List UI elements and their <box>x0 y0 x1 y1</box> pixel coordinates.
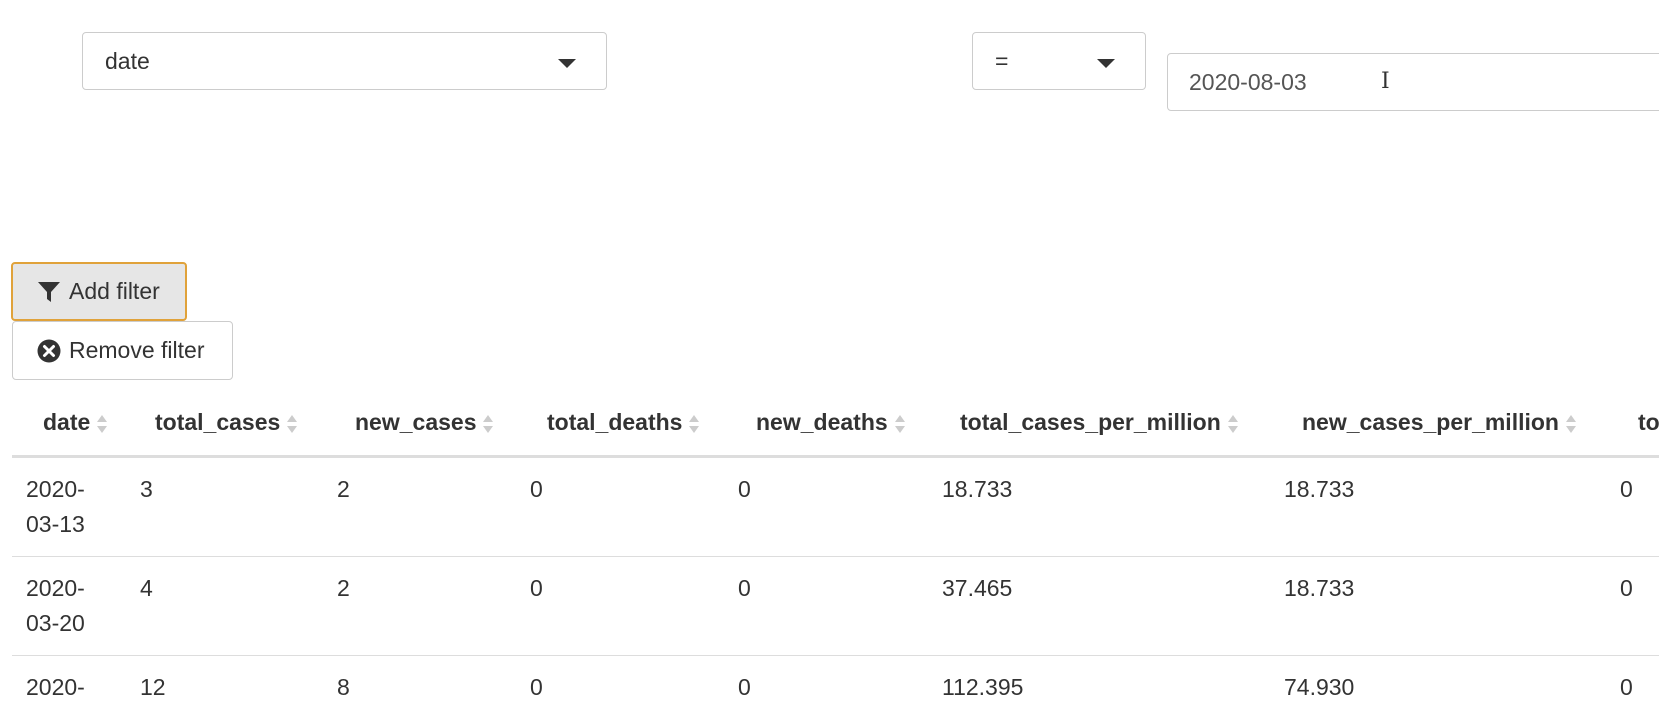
table-cell-total-deaths: 0 <box>530 575 543 601</box>
table-cell-truncated: 0 <box>1620 674 1633 700</box>
sort-both-icon <box>483 414 494 433</box>
add-filter-label: Add filter <box>69 278 160 304</box>
table-cell-total-cases: 3 <box>140 476 153 502</box>
sort-both-icon <box>689 414 700 433</box>
sort-both-icon <box>1227 414 1238 433</box>
sort-both-icon <box>287 414 298 433</box>
table-cell-new-cases-per-million: 18.733 <box>1284 575 1355 601</box>
table-cell-total-cases-per-million: 18.733 <box>942 476 1013 502</box>
table-cell-new-cases: 2 <box>337 476 350 502</box>
table-cell-total-cases-per-million: 112.395 <box>942 674 1024 700</box>
text-cursor-icon: I <box>1381 69 1390 94</box>
filter-funnel-icon <box>37 280 61 304</box>
remove-filter-label: Remove filter <box>69 337 205 363</box>
table-cell-truncated: 0 <box>1620 575 1633 601</box>
column-header-new-cases[interactable]: new_cases <box>355 409 494 436</box>
column-header-total-cases-per-million[interactable]: total_cases_per_million <box>960 409 1239 436</box>
sort-both-icon <box>97 414 108 433</box>
row-divider <box>12 655 1661 656</box>
table-cell-total-deaths: 0 <box>530 476 543 502</box>
table-cell-new-cases: 8 <box>337 674 350 700</box>
row-divider <box>12 556 1661 557</box>
table-cell-total-cases: 4 <box>140 575 153 601</box>
table-cell-date: 2020- <box>26 674 85 700</box>
table-cell-new-deaths: 0 <box>738 674 751 700</box>
times-circle-icon <box>37 339 61 363</box>
filter-operator-select[interactable]: = <box>972 32 1146 90</box>
table-cell-new-deaths: 0 <box>738 476 751 502</box>
filter-column-select[interactable]: date <box>82 32 607 90</box>
table-cell-date: 2020- 03-13 <box>26 476 85 537</box>
filter-column-value: date <box>105 48 150 74</box>
add-filter-button[interactable]: Add filter <box>11 262 187 321</box>
table-cell-new-cases-per-million: 18.733 <box>1284 476 1355 502</box>
column-header-truncated[interactable]: to <box>1638 409 1660 436</box>
caret-down-icon <box>558 59 576 68</box>
table-cell-total-cases-per-million: 37.465 <box>942 575 1013 601</box>
table-cell-truncated: 0 <box>1620 476 1633 502</box>
column-header-new-cases-per-million[interactable]: new_cases_per_million <box>1302 409 1577 436</box>
table-cell-new-deaths: 0 <box>738 575 751 601</box>
sort-both-icon <box>1565 414 1576 433</box>
remove-filter-button[interactable]: Remove filter <box>12 321 233 380</box>
caret-down-icon <box>1097 59 1115 68</box>
filter-value-input[interactable] <box>1167 53 1661 111</box>
filter-operator-value: = <box>995 48 1009 74</box>
column-header-total-deaths[interactable]: total_deaths <box>547 409 700 436</box>
column-header-date[interactable]: date <box>43 409 108 436</box>
table-cell-new-cases-per-million: 74.930 <box>1284 674 1355 700</box>
table-cell-date: 2020- 03-20 <box>26 575 85 636</box>
column-header-total-cases[interactable]: total_cases <box>155 409 298 436</box>
table-cell-total-deaths: 0 <box>530 674 543 700</box>
table-cell-total-cases: 12 <box>140 674 166 700</box>
table-cell-new-cases: 2 <box>337 575 350 601</box>
column-header-new-deaths[interactable]: new_deaths <box>756 409 906 436</box>
table-header-divider <box>12 455 1661 458</box>
sort-both-icon <box>894 414 905 433</box>
